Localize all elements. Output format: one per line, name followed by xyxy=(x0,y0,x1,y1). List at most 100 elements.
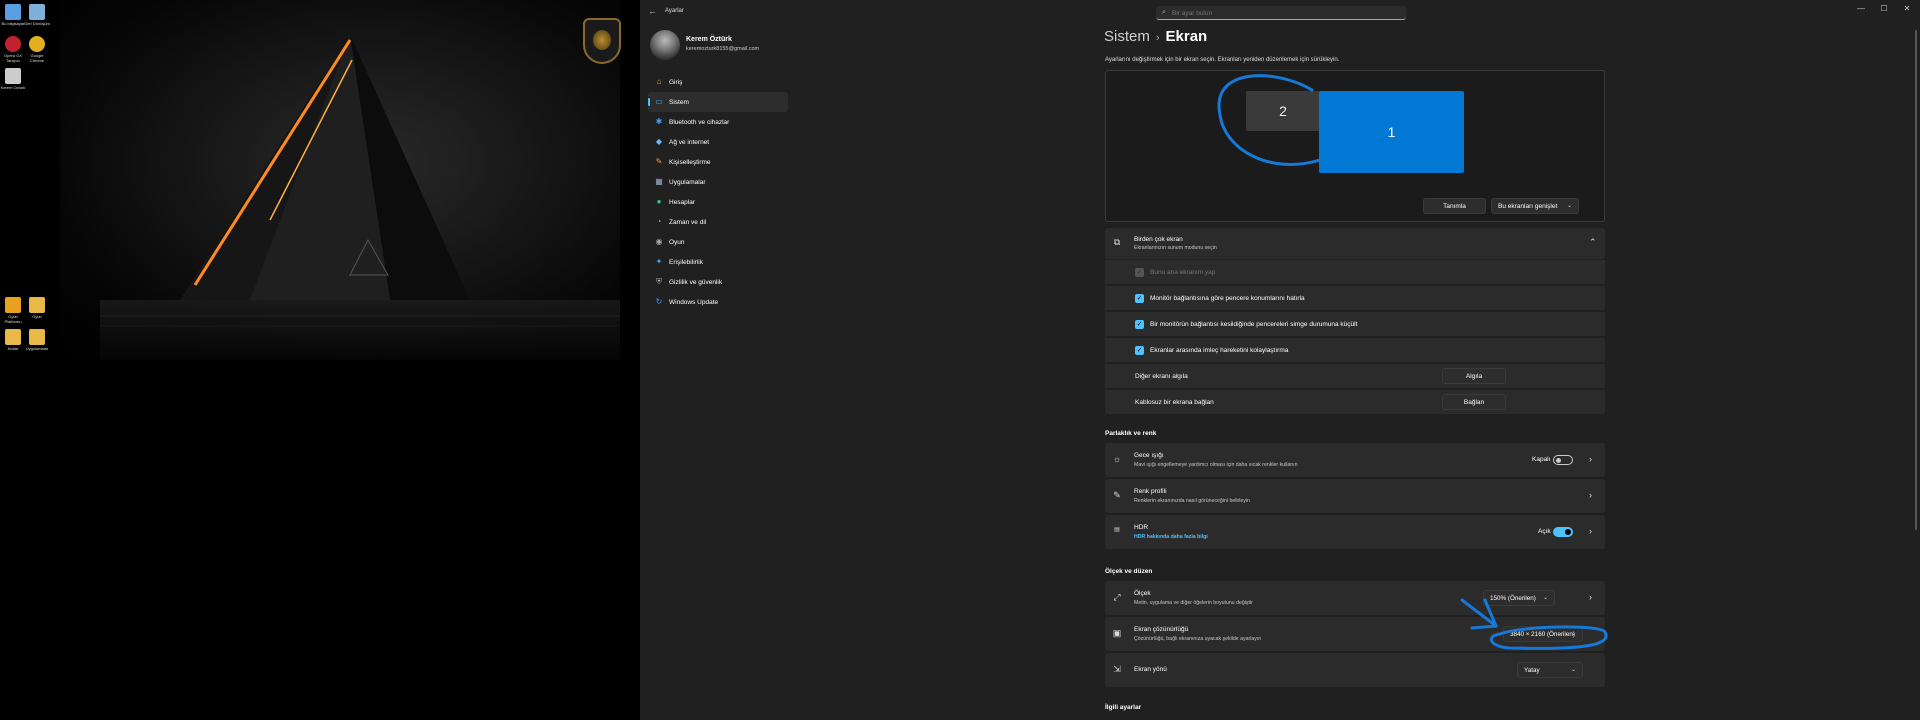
sidebar-item-brush[interactable]: ✎ Kişiselleştirme xyxy=(648,152,788,172)
desktop-icon-user-file[interactable]: Kerem Ozturk xyxy=(0,68,26,90)
sidebar-item-label: Erişilebilirlik xyxy=(669,258,703,266)
maximize-button[interactable]: ☐ xyxy=(1874,4,1894,13)
desktop-icon-uygulamalar[interactable]: Uygulamalar xyxy=(24,329,50,351)
resolution-subtitle: Çözünürlüğü, bağlı ekranınıza uyacak şek… xyxy=(1134,636,1262,642)
identify-button[interactable]: Tanımla xyxy=(1423,198,1486,214)
night-light-state: Kapalı xyxy=(1532,456,1551,463)
close-button[interactable]: ✕ xyxy=(1897,4,1917,13)
sidebar-item-shield[interactable]: ⛨ Gizlilik ve güvenlik xyxy=(648,272,788,292)
sidebar-item-gamepad[interactable]: ◉ Oyun xyxy=(648,232,788,252)
shield-icon: ⛨ xyxy=(656,277,662,286)
avatar[interactable] xyxy=(650,30,680,60)
make-main-checkbox: ✓ xyxy=(1135,268,1144,277)
scale-title: Ölçek xyxy=(1134,590,1151,597)
sidebar-item-person[interactable]: ● Hesaplar xyxy=(648,192,788,212)
sidebar-item-accessibility[interactable]: ✦ Erişilebilirlik xyxy=(648,252,788,272)
accessibility-icon: ✦ xyxy=(655,257,663,266)
sidebar-item-wifi[interactable]: ◆ Ağ ve internet xyxy=(648,132,788,152)
pen-icon: ✎ xyxy=(1113,490,1121,500)
desktop: Bu bilgisayar Geri Dönüşüm Opera GX Tara… xyxy=(0,0,640,720)
search-box[interactable]: ⌕ xyxy=(1156,6,1406,20)
folder-icon xyxy=(29,329,45,345)
make-main-row: ✓ Bunu ana ekranım yap xyxy=(1105,259,1605,284)
monitor-2[interactable]: 2 xyxy=(1246,91,1320,131)
wireless-display-label: Kablosuz bir ekrana bağlan xyxy=(1135,399,1214,406)
monitor-arrangement: 2 1 Tanımla Bu ekranları genişlet ⌄ xyxy=(1105,70,1605,222)
desktop-icon-oyun[interactable]: Oyun xyxy=(24,297,50,319)
chevron-right-icon: › xyxy=(1589,490,1592,500)
extend-dropdown[interactable]: Bu ekranları genişlet ⌄ xyxy=(1491,198,1579,214)
sidebar-item-home[interactable]: ⌂ Giriş xyxy=(648,72,788,92)
msi-dragon-logo xyxy=(583,18,621,64)
sidebar-item-label: Ağ ve internet xyxy=(669,138,710,146)
scale-card[interactable]: ⤢ Ölçek Metin, uygulama ve diğer öğeleri… xyxy=(1105,581,1605,615)
chrome-icon xyxy=(29,36,45,52)
hdr-card[interactable]: ▤ HDR HDR hakkında daha fazla bilgi Açık… xyxy=(1105,515,1605,549)
scale-dropdown-value: 150% (Önerilen) xyxy=(1490,594,1536,602)
hdr-icon: ▤ xyxy=(1114,527,1120,533)
desktop-icon-this-pc[interactable]: Bu bilgisayar xyxy=(0,4,26,26)
hdr-title: HDR xyxy=(1134,524,1149,531)
orientation-card[interactable]: ⇲ Ekran yönü Yatay ⌄ xyxy=(1105,653,1605,687)
hdr-state: Açık xyxy=(1538,528,1551,535)
minimize-windows-row: ✓ Bir monitörün bağlantısı kesildiğinde … xyxy=(1105,311,1605,336)
folder-icon xyxy=(29,297,45,313)
chevron-right-icon: › xyxy=(1589,454,1592,464)
scale-subtitle: Metin, uygulama ve diğer öğelerin boyutu… xyxy=(1134,600,1253,606)
multi-monitor-icon: ⧉ xyxy=(1113,237,1121,247)
wifi-icon: ◆ xyxy=(655,137,663,146)
hdr-toggle[interactable] xyxy=(1553,527,1573,537)
scale-section-heading: Ölçek ve düzen xyxy=(1105,568,1153,575)
folder-icon xyxy=(5,297,21,313)
breadcrumb-parent[interactable]: Sistem xyxy=(1104,28,1150,45)
sidebar-item-globe-clock[interactable]: ◔ Zaman ve dil xyxy=(648,212,788,232)
multi-display-header[interactable]: ⧉ Birden çok ekran Ekranlarınızın sunum … xyxy=(1105,228,1605,259)
resolution-card[interactable]: ▣ Ekran çözünürlüğü Çözünürlüğü, bağlı e… xyxy=(1105,617,1605,651)
sidebar-item-system[interactable]: ▭ Sistem xyxy=(648,92,788,112)
remember-windows-row: ✓ Monitör bağlantısına göre pencere konu… xyxy=(1105,285,1605,310)
detect-display-row: Diğer ekranı algıla Algıla xyxy=(1105,363,1605,388)
color-profile-title: Renk profili xyxy=(1134,488,1167,495)
system-icon: ▭ xyxy=(655,97,663,106)
desktop-icon-chrome[interactable]: Google Chrome xyxy=(24,36,50,63)
orientation-dropdown[interactable]: Yatay ⌄ xyxy=(1517,662,1583,678)
scrollbar[interactable] xyxy=(1915,30,1917,530)
page-title: Ekran xyxy=(1165,28,1208,45)
person-icon: ● xyxy=(656,197,662,206)
night-light-title: Gece ışığı xyxy=(1134,452,1164,459)
color-profile-card[interactable]: ✎ Renk profili Renklerin ekranınızda nas… xyxy=(1105,479,1605,513)
resolution-dropdown[interactable]: 3840 × 2160 (Önerilen) ⌄ xyxy=(1503,626,1583,642)
sidebar-item-update[interactable]: ↻ Windows Update xyxy=(648,292,788,312)
gamepad-icon: ◉ xyxy=(655,237,663,246)
sidebar-item-apps[interactable]: ▦ Uygulamalar xyxy=(648,172,788,192)
monitor-1[interactable]: 1 xyxy=(1319,91,1464,173)
orientation-dropdown-value: Yatay xyxy=(1524,666,1540,674)
scale-dropdown[interactable]: 150% (Önerilen) ⌄ xyxy=(1483,590,1555,606)
sidebar-item-bluetooth[interactable]: ✱ Bluetooth ve cihazlar xyxy=(648,112,788,132)
wireless-display-row: Kablosuz bir ekrana bağlan Bağlan xyxy=(1105,389,1605,414)
sidebar-item-label: Windows Update xyxy=(669,298,719,306)
desktop-icon-recycle-bin[interactable]: Geri Dönüşüm xyxy=(24,4,50,26)
title-bar: ← Ayarlar ⌕ — ☐ ✕ xyxy=(640,0,1920,24)
night-light-toggle[interactable] xyxy=(1553,455,1573,465)
desktop-icon-opera-gx[interactable]: Opera GX Tarayıcı xyxy=(0,36,26,63)
search-input[interactable] xyxy=(1172,8,1397,18)
minimize-button[interactable]: — xyxy=(1851,4,1871,13)
opera-gx-icon xyxy=(5,36,21,52)
connect-button[interactable]: Bağlan xyxy=(1442,394,1506,410)
chevron-down-icon: ⌄ xyxy=(1570,667,1576,673)
document-icon xyxy=(5,68,21,84)
orientation-icon: ⇲ xyxy=(1113,664,1121,674)
ease-cursor-checkbox[interactable]: ✓ xyxy=(1135,346,1144,355)
desktop-icon-notlar[interactable]: Notlar xyxy=(0,329,26,351)
desktop-icon-game-platform[interactable]: Oyun Platformu xyxy=(0,297,26,324)
night-light-card[interactable]: ☼ Gece ışığı Mavi ışığı engellemeye yard… xyxy=(1105,443,1605,477)
make-main-label: Bunu ana ekranım yap xyxy=(1150,269,1216,276)
minimize-windows-checkbox[interactable]: ✓ xyxy=(1135,320,1144,329)
detect-button[interactable]: Algıla xyxy=(1442,368,1506,384)
remember-windows-checkbox[interactable]: ✓ xyxy=(1135,294,1144,303)
hdr-learn-more-link[interactable]: HDR hakkında daha fazla bilgi xyxy=(1134,534,1208,540)
sidebar-item-label: Uygulamalar xyxy=(669,178,706,186)
back-arrow-icon[interactable]: ← xyxy=(648,6,657,16)
sidebar-item-label: Gizlilik ve güvenlik xyxy=(669,278,723,286)
